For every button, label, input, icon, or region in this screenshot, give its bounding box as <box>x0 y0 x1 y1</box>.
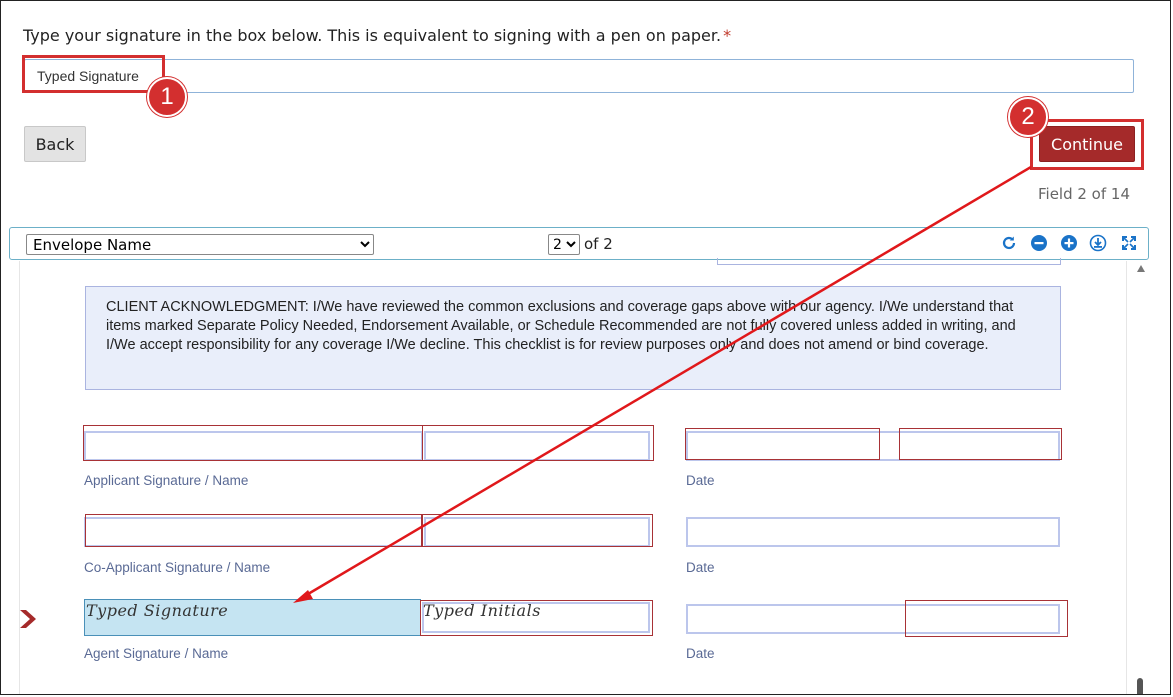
envelope-select[interactable]: Envelope Name <box>26 234 374 255</box>
co-applicant-date-label: Date <box>686 560 715 575</box>
callout-highlight-signature-input <box>22 55 165 93</box>
continue-button[interactable]: Continue <box>1039 126 1135 162</box>
agent-date-label: Date <box>686 646 715 661</box>
applicant-date-label: Date <box>686 473 715 488</box>
co-applicant-label: Co-Applicant Signature / Name <box>84 560 271 575</box>
zoom-out-icon[interactable] <box>1030 234 1048 252</box>
fullscreen-icon[interactable] <box>1120 234 1138 252</box>
applicant-label: Applicant Signature / Name <box>84 473 249 488</box>
page-select[interactable]: 2 <box>548 234 580 255</box>
required-field-outline <box>905 600 1068 637</box>
agent-initials-text: Typed Initials <box>423 601 541 620</box>
zoom-in-icon[interactable] <box>1060 234 1078 252</box>
required-marker: * <box>723 26 732 45</box>
agent-signature-text: Typed Signature <box>86 601 229 620</box>
previous-field-edge <box>717 258 1061 265</box>
scroll-thumb[interactable] <box>1137 678 1143 694</box>
document-scrollbar[interactable] <box>1134 261 1148 694</box>
callout-badge-1: 1 <box>147 77 187 117</box>
required-field-outline <box>421 514 653 547</box>
back-button[interactable]: Back <box>24 126 86 162</box>
page-total: of 2 <box>584 235 613 253</box>
page-frame: Type your signature in the box below. Th… <box>0 0 1171 695</box>
current-field-chevron-icon <box>20 610 36 628</box>
field-counter: Field 2 of 14 <box>1037 185 1130 203</box>
required-field-outline <box>422 425 654 461</box>
required-field-outline <box>83 425 423 461</box>
document-toolbar: Envelope Name 2 of 2 <box>9 227 1149 260</box>
client-acknowledgment: CLIENT ACKNOWLEDGMENT: I/We have reviewe… <box>85 286 1061 390</box>
required-field-outline <box>899 428 1062 460</box>
co-applicant-date-field[interactable] <box>686 517 1060 547</box>
signature-instruction: Type your signature in the box below. Th… <box>23 26 731 45</box>
refresh-icon[interactable] <box>1000 234 1018 252</box>
document-page: CLIENT ACKNOWLEDGMENT: I/We have reviewe… <box>19 258 1127 694</box>
callout-badge-2: 2 <box>1008 97 1048 137</box>
typed-signature-input[interactable] <box>24 59 1134 93</box>
instruction-text: Type your signature in the box below. Th… <box>23 26 722 45</box>
required-field-outline <box>685 428 880 460</box>
download-icon[interactable] <box>1089 234 1107 252</box>
scroll-up-arrow-icon[interactable] <box>1137 265 1145 272</box>
agent-label: Agent Signature / Name <box>84 646 229 661</box>
required-field-outline <box>85 514 423 547</box>
